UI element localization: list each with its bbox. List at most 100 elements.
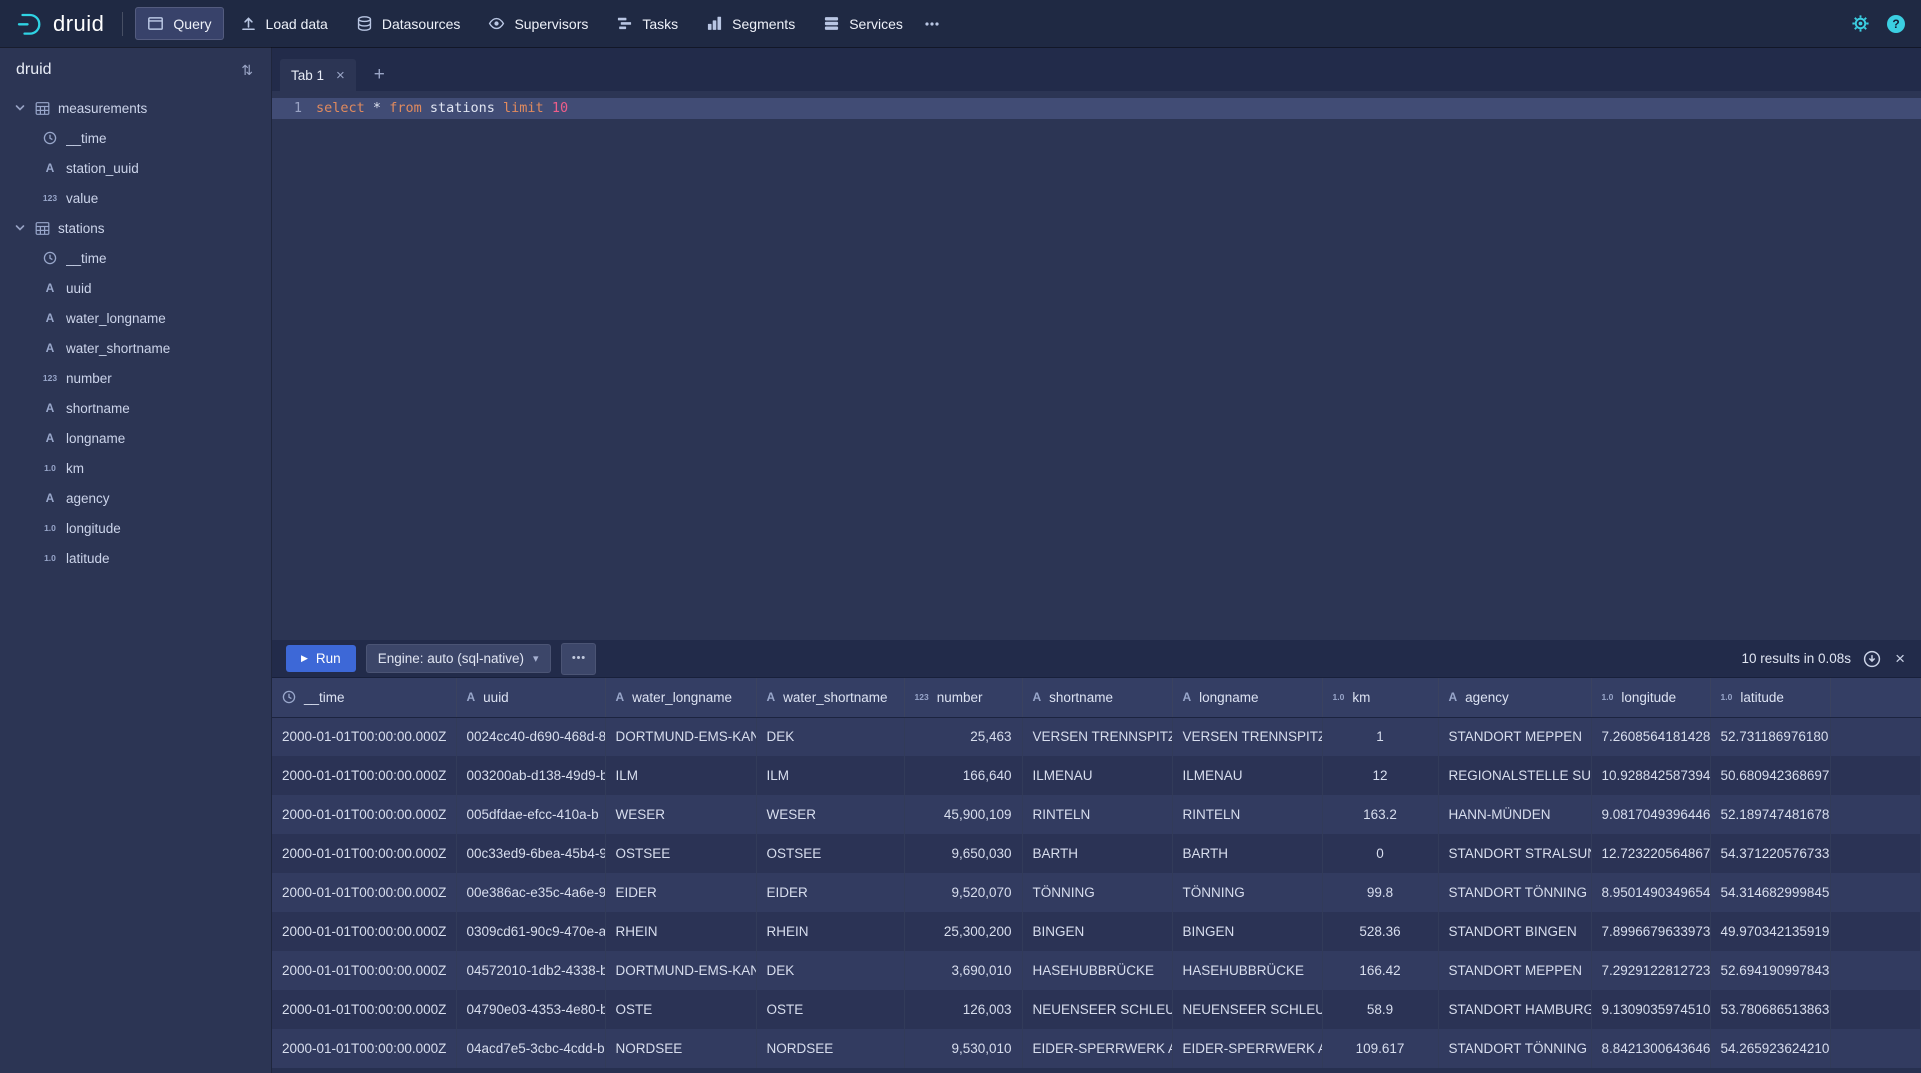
cell-km[interactable]: 166.42 bbox=[1322, 951, 1438, 990]
cell-water_shortname[interactable]: DEK bbox=[756, 717, 904, 756]
tree-column-latitude[interactable]: 1.0latitude bbox=[0, 543, 271, 573]
tree-column-longitude[interactable]: 1.0longitude bbox=[0, 513, 271, 543]
cell-agency[interactable]: STANDORT MEPPEN bbox=[1438, 951, 1591, 990]
cell-water_longname[interactable]: DORTMUND-EMS-KANAL bbox=[605, 717, 756, 756]
cell-water_longname[interactable]: WESER bbox=[605, 795, 756, 834]
nav-item-tasks[interactable]: Tasks bbox=[604, 7, 690, 40]
cell-longname[interactable]: BARTH bbox=[1172, 834, 1322, 873]
cell-water_longname[interactable]: EIDER bbox=[605, 873, 756, 912]
cell-longname[interactable]: VERSEN TRENNSPITZE bbox=[1172, 717, 1322, 756]
tree-column-value[interactable]: 123value bbox=[0, 183, 271, 213]
sort-columns-icon[interactable]: ⇅ bbox=[241, 62, 253, 79]
cell-number[interactable]: 25,300,200 bbox=[904, 912, 1022, 951]
cell-agency[interactable]: HANN-MÜNDEN bbox=[1438, 795, 1591, 834]
cell-water_shortname[interactable]: DEK bbox=[756, 951, 904, 990]
cell-longname[interactable]: BINGEN bbox=[1172, 912, 1322, 951]
column-header-agency[interactable]: Aagency bbox=[1438, 678, 1591, 717]
close-tab-icon[interactable]: × bbox=[336, 68, 345, 83]
cell-water_shortname[interactable]: OSTSEE bbox=[756, 834, 904, 873]
nav-item-segments[interactable]: Segments bbox=[694, 7, 807, 40]
cell-km[interactable]: 12 bbox=[1322, 756, 1438, 795]
cell-km[interactable]: 163.2 bbox=[1322, 795, 1438, 834]
cell-latitude[interactable]: 52.694190997843 bbox=[1710, 951, 1830, 990]
cell-__time[interactable]: 2000-01-01T00:00:00.000Z bbox=[272, 873, 456, 912]
cell-uuid[interactable]: 00e386ac-e35c-4a6e-9 bbox=[456, 873, 605, 912]
column-header-latitude[interactable]: 1.0latitude bbox=[1710, 678, 1830, 717]
cell-shortname[interactable]: HASEHUBBRÜCKE bbox=[1022, 951, 1172, 990]
cell-__time[interactable]: 2000-01-01T00:00:00.000Z bbox=[272, 834, 456, 873]
editor-line-1[interactable]: 1 select * from stations limit 10 bbox=[272, 98, 1921, 119]
engine-select-button[interactable]: Engine: auto (sql-native) ▾ bbox=[366, 644, 551, 673]
cell-agency[interactable]: STANDORT TÖNNING bbox=[1438, 1029, 1591, 1068]
cell-longitude[interactable]: 7.2929122812723 bbox=[1591, 951, 1710, 990]
settings-gear-icon[interactable] bbox=[1851, 14, 1870, 33]
cell-longitude[interactable]: 8.9501490349654 bbox=[1591, 873, 1710, 912]
tree-column-number[interactable]: 123number bbox=[0, 363, 271, 393]
cell-shortname[interactable]: EIDER-SPERRWERK AP bbox=[1022, 1029, 1172, 1068]
nav-item-datasources[interactable]: Datasources bbox=[344, 7, 473, 40]
cell-__time[interactable]: 2000-01-01T00:00:00.000Z bbox=[272, 717, 456, 756]
column-header-uuid[interactable]: Auuid bbox=[456, 678, 605, 717]
tree-column-water_longname[interactable]: Awater_longname bbox=[0, 303, 271, 333]
add-tab-button[interactable]: + bbox=[368, 65, 391, 84]
cell-shortname[interactable]: BARTH bbox=[1022, 834, 1172, 873]
cell-water_shortname[interactable]: ILM bbox=[756, 756, 904, 795]
tree-column-__time[interactable]: __time bbox=[0, 123, 271, 153]
cell-number[interactable]: 126,003 bbox=[904, 990, 1022, 1029]
cell-shortname[interactable]: TÖNNING bbox=[1022, 873, 1172, 912]
close-results-icon[interactable]: × bbox=[1893, 648, 1907, 669]
tree-column-shortname[interactable]: Ashortname bbox=[0, 393, 271, 423]
cell-agency[interactable]: STANDORT BINGEN bbox=[1438, 912, 1591, 951]
cell-km[interactable]: 99.8 bbox=[1322, 873, 1438, 912]
cell-longname[interactable]: ILMENAU bbox=[1172, 756, 1322, 795]
app-title[interactable]: druid bbox=[53, 11, 104, 37]
cell-agency[interactable]: STANDORT TÖNNING bbox=[1438, 873, 1591, 912]
tree-column-station_uuid[interactable]: Astation_uuid bbox=[0, 153, 271, 183]
tree-table-stations[interactable]: stations bbox=[0, 213, 271, 243]
cell-__time[interactable]: 2000-01-01T00:00:00.000Z bbox=[272, 1029, 456, 1068]
cell-agency[interactable]: REGIONALSTELLE SUHL bbox=[1438, 756, 1591, 795]
column-header-km[interactable]: 1.0km bbox=[1322, 678, 1438, 717]
column-header-shortname[interactable]: Ashortname bbox=[1022, 678, 1172, 717]
cell-__time[interactable]: 2000-01-01T00:00:00.000Z bbox=[272, 912, 456, 951]
query-more-options-button[interactable] bbox=[561, 643, 596, 675]
cell-water_shortname[interactable]: EIDER bbox=[756, 873, 904, 912]
cell-longname[interactable]: TÖNNING bbox=[1172, 873, 1322, 912]
cell-shortname[interactable]: RINTELN bbox=[1022, 795, 1172, 834]
tree-column-__time[interactable]: __time bbox=[0, 243, 271, 273]
cell-number[interactable]: 9,650,030 bbox=[904, 834, 1022, 873]
cell-latitude[interactable]: 50.680942368697 bbox=[1710, 756, 1830, 795]
cell-__time[interactable]: 2000-01-01T00:00:00.000Z bbox=[272, 795, 456, 834]
cell-water_longname[interactable]: DORTMUND-EMS-KANAL bbox=[605, 951, 756, 990]
cell-longitude[interactable]: 9.1309035974510 bbox=[1591, 990, 1710, 1029]
download-results-button[interactable] bbox=[1861, 648, 1883, 670]
druid-logo-icon[interactable] bbox=[16, 10, 44, 38]
cell-__time[interactable]: 2000-01-01T00:00:00.000Z bbox=[272, 990, 456, 1029]
cell-latitude[interactable]: 52.189747481678 bbox=[1710, 795, 1830, 834]
cell-uuid[interactable]: 003200ab-d138-49d9-b bbox=[456, 756, 605, 795]
cell-water_shortname[interactable]: NORDSEE bbox=[756, 1029, 904, 1068]
column-header-water_shortname[interactable]: Awater_shortname bbox=[756, 678, 904, 717]
cell-number[interactable]: 9,530,010 bbox=[904, 1029, 1022, 1068]
cell-water_longname[interactable]: ILM bbox=[605, 756, 756, 795]
cell-uuid[interactable]: 005dfdae-efcc-410a-b bbox=[456, 795, 605, 834]
cell-latitude[interactable]: 49.970342135919 bbox=[1710, 912, 1830, 951]
chevron-down-icon[interactable] bbox=[14, 222, 26, 234]
cell-number[interactable]: 25,463 bbox=[904, 717, 1022, 756]
cell-agency[interactable]: STANDORT STRALSUND bbox=[1438, 834, 1591, 873]
cell-longitude[interactable]: 10.928842587394 bbox=[1591, 756, 1710, 795]
column-header-longname[interactable]: Alongname bbox=[1172, 678, 1322, 717]
nav-item-load-data[interactable]: Load data bbox=[228, 7, 340, 40]
nav-item-query[interactable]: Query bbox=[135, 7, 223, 40]
column-header-water_longname[interactable]: Awater_longname bbox=[605, 678, 756, 717]
cell-uuid[interactable]: 0024cc40-d690-468d-8 bbox=[456, 717, 605, 756]
nav-item-supervisors[interactable]: Supervisors bbox=[476, 7, 600, 40]
cell-km[interactable]: 528.36 bbox=[1322, 912, 1438, 951]
cell-water_shortname[interactable]: WESER bbox=[756, 795, 904, 834]
tree-column-water_shortname[interactable]: Awater_shortname bbox=[0, 333, 271, 363]
cell-__time[interactable]: 2000-01-01T00:00:00.000Z bbox=[272, 756, 456, 795]
tree-column-km[interactable]: 1.0km bbox=[0, 453, 271, 483]
cell-longitude[interactable]: 7.2608564181428 bbox=[1591, 717, 1710, 756]
cell-water_longname[interactable]: NORDSEE bbox=[605, 1029, 756, 1068]
cell-km[interactable]: 58.9 bbox=[1322, 990, 1438, 1029]
